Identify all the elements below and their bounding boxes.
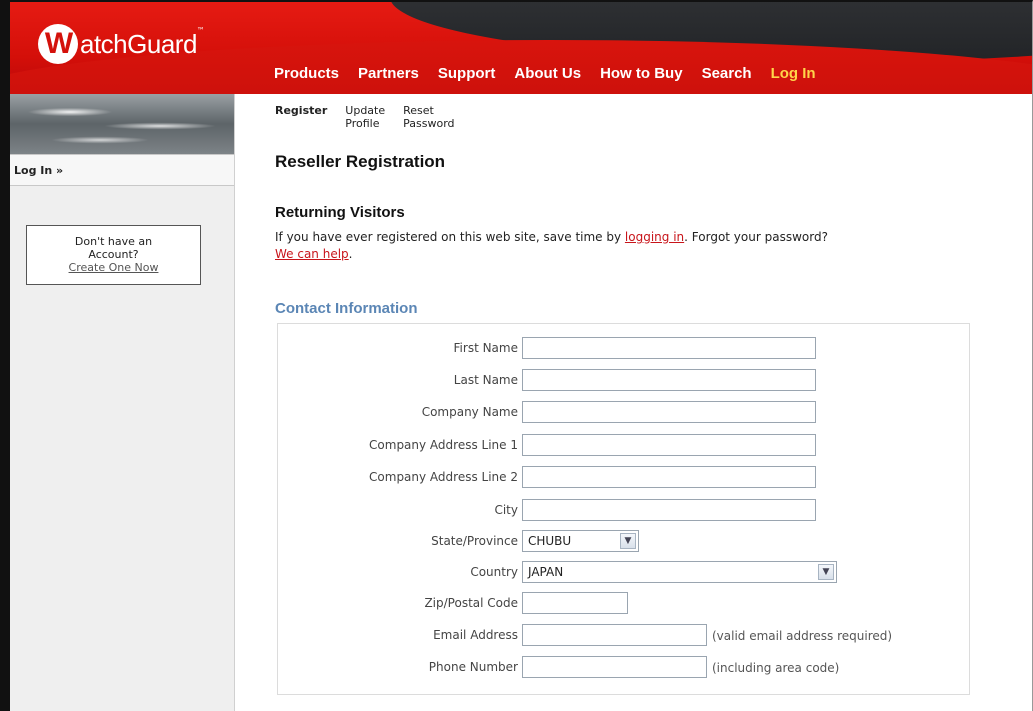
subnav-reset-password[interactable]: Reset Password [403,104,454,130]
signup-line-1: Don't have an [74,235,153,248]
row-zip: Zip/Postal Code [278,592,971,616]
phone-input[interactable] [522,656,707,678]
country-label: Country [470,565,518,579]
top-navigation: Products Partners Support About Us How t… [274,65,835,82]
subnav-update-profile[interactable]: Update Profile [345,104,385,130]
nav-search[interactable]: Search [702,65,752,82]
row-city: City [278,499,971,523]
site-header: W atchGuard ™ Products Partners Support … [10,2,1032,94]
state-label: State/Province [431,534,518,548]
address-line-2-label: Company Address Line 2 [369,470,518,484]
subnav-reset-line-2: Password [403,117,455,130]
zip-input[interactable] [522,592,628,614]
returning-text-part-2: . Forgot your password? [684,230,828,244]
first-name-input[interactable] [522,337,816,359]
create-account-box: Don't have an Account? Create One Now [26,225,201,285]
row-first-name: First Name [278,337,971,361]
email-hint: (valid email address required) [712,629,893,643]
returning-text-part-3: . [348,247,353,261]
nav-log-in[interactable]: Log In [771,65,816,82]
row-phone: Phone Number (including area code) [278,656,971,680]
contact-form: First Name Last Name Company Name Compan… [277,323,970,695]
subnav-reset-line-1: Reset [403,104,434,117]
nav-products[interactable]: Products [274,65,339,82]
first-name-label: First Name [453,341,518,355]
nav-partners[interactable]: Partners [358,65,419,82]
chevron-down-icon[interactable]: ▼ [818,564,834,580]
watchguard-logo[interactable]: W atchGuard ™ [38,22,205,66]
logging-in-link[interactable]: logging in [625,230,684,244]
company-name-input[interactable] [522,401,816,423]
logo-text: atchGuard [80,28,197,59]
address-line-1-label: Company Address Line 1 [369,438,518,452]
returning-text-part-1: If you have ever registered on this web … [275,230,625,244]
returning-visitors-text: If you have ever registered on this web … [275,229,995,263]
nav-support[interactable]: Support [438,65,496,82]
phone-label: Phone Number [428,660,518,674]
sidebar-login-link[interactable]: Log In » [10,154,234,186]
email-input[interactable] [522,624,707,646]
city-input[interactable] [522,499,816,521]
logo-trademark: ™ [196,26,205,35]
subnav-update-line-1: Update [345,104,386,117]
country-selected-value: JAPAN [528,565,564,579]
subnav-register[interactable]: Register [275,104,327,117]
logo-mark: W [38,24,78,64]
registration-subnav: Register Update Profile Reset Password [275,104,473,130]
state-selected-value: CHUBU [528,534,572,548]
row-country: Country JAPAN ▼ [278,561,971,585]
last-name-input[interactable] [522,369,816,391]
subnav-update-line-2: Profile [345,117,380,130]
company-name-label: Company Name [421,405,518,419]
left-sidebar: Log In » Don't have an Account? Create O… [10,94,235,711]
chevron-down-icon[interactable]: ▼ [620,533,636,549]
zip-label: Zip/Postal Code [424,596,518,610]
row-company-name: Company Name [278,401,971,425]
we-can-help-link[interactable]: We can help [275,247,349,261]
state-select[interactable]: CHUBU ▼ [522,530,639,552]
email-label: Email Address [433,628,518,642]
row-state: State/Province CHUBU ▼ [278,530,971,554]
address-line-1-input[interactable] [522,434,816,456]
city-label: City [494,503,518,517]
signup-line-2: Account? [88,248,139,261]
row-address-1: Company Address Line 1 [278,434,971,458]
page-title: Reseller Registration [275,152,446,171]
sidebar-banner-image [10,94,234,154]
row-address-2: Company Address Line 2 [278,466,971,490]
nav-how-to-buy[interactable]: How to Buy [600,65,683,82]
row-last-name: Last Name [278,369,971,393]
country-select[interactable]: JAPAN ▼ [522,561,837,583]
phone-hint: (including area code) [712,661,840,675]
returning-visitors-heading: Returning Visitors [275,204,405,221]
address-line-2-input[interactable] [522,466,816,488]
create-one-now-link[interactable]: Create One Now [69,261,159,274]
last-name-label: Last Name [453,373,518,387]
contact-information-heading: Contact Information [275,300,418,317]
nav-about-us[interactable]: About Us [514,65,581,82]
row-email: Email Address (valid email address requi… [278,624,971,648]
